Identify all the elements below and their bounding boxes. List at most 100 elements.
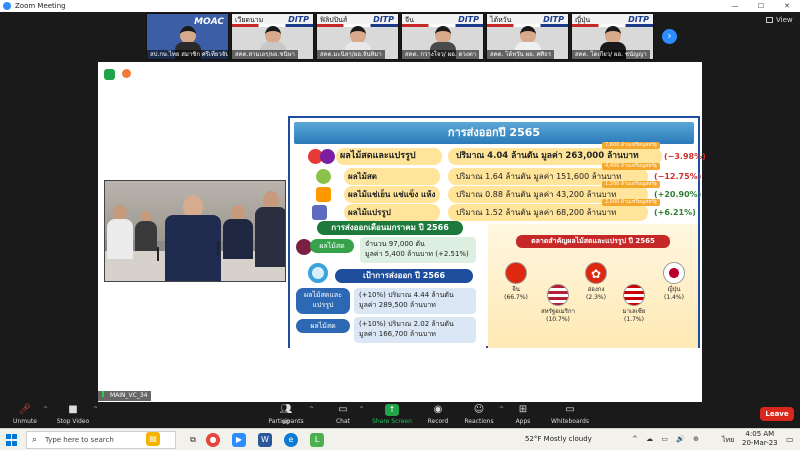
country-label: จีน — [405, 16, 414, 24]
stop-video-button[interactable]: ■ Stop Video ^ — [56, 404, 98, 425]
line-app-icon[interactable]: L — [310, 433, 324, 447]
january-value: มูลค่า 5,400 ล้านบาท (+2.51%) — [365, 250, 469, 258]
brand-logo: DITP — [543, 15, 564, 24]
usd-tag: 2,000 ล้านเหรียญสหรัฐ — [602, 199, 660, 206]
whiteboards-button[interactable]: ▭ Whiteboards — [548, 404, 592, 425]
view-button[interactable]: View — [766, 16, 793, 24]
apps-button[interactable]: ⊞ Apps — [512, 404, 534, 425]
target-label: ผลไม้สด — [296, 319, 350, 333]
brand-logo: DITP — [628, 15, 649, 24]
usd-tag: 4,400 ล้านเหรียญสหรัฐ — [602, 163, 660, 170]
participant-tile[interactable]: MOAC สป.กษ.ไทย สมาชิก ศรีเที่ยวจันทร์ — [146, 13, 229, 60]
system-tray[interactable]: ^ ☁ ▭ 🔊 ⊕ — [632, 435, 702, 443]
country-label: ไต้หวัน — [490, 16, 512, 24]
brand-logo: DITP — [458, 15, 479, 24]
word-icon[interactable]: W — [258, 433, 272, 447]
participant-tile[interactable]: ไต้หวัน DITP สคต. ไต้หวัน ผอ. ศศิธร — [486, 13, 569, 60]
participant-name: สคต.สามเอร/ผอ.ชนิษา — [232, 50, 298, 59]
participants-button[interactable]: 👥︎80 Participants ^ — [266, 404, 314, 426]
chat-label: Chat — [335, 418, 351, 425]
start-button[interactable] — [6, 434, 18, 446]
record-button[interactable]: ◉ Record — [425, 404, 451, 425]
row-percent: (+20.90%) — [654, 190, 702, 199]
language-indicator[interactable]: ไทย — [722, 435, 734, 446]
record-label: Record — [427, 418, 449, 425]
clock-time: 4:05 AM — [745, 430, 775, 438]
row-percent: (+6.21%) — [654, 208, 696, 217]
country-japan: ญี่ปุ่น (1.4%) — [656, 262, 692, 302]
apps-label: Apps — [515, 418, 531, 425]
edge-icon[interactable]: e — [284, 433, 298, 447]
stop-video-label: Stop Video — [56, 418, 90, 425]
participant-name: สป.กษ.ไทย สมาชิก ศรีเที่ยวจันทร์ — [147, 50, 228, 59]
unmute-label: Unmute — [13, 418, 37, 425]
chat-button[interactable]: ▭ Chat ^ — [330, 404, 364, 425]
chevron-up-icon[interactable]: ^ — [43, 406, 48, 413]
muted-mic-icon: 🎤︎ — [18, 404, 32, 415]
reactions-button[interactable]: ☺ Reactions ^ — [462, 404, 504, 425]
january-title: การส่งออกเดือนมกราคม ปี 2566 — [317, 221, 463, 235]
row-percent: (−12.75%) — [654, 172, 702, 181]
country-share: (10.7%) — [546, 316, 570, 323]
chevron-up-icon[interactable]: ^ — [359, 406, 364, 413]
participant-name: สคต. ไต้หวัน ผอ. ศศิธร — [487, 50, 555, 59]
january-label: ผลไม้สด — [310, 239, 354, 253]
country-hongkong: ✿ ฮ่องกง (2.3%) — [578, 262, 614, 302]
target-icon — [308, 263, 328, 283]
target-title: เป้าการส่งออก ปี 2566 — [335, 269, 473, 283]
windows-taskbar: ⌕ Type here to search ⧉ ● ▶ W e L ▤ 52°F… — [0, 428, 800, 450]
fruit-icon — [312, 205, 327, 220]
participant-tile[interactable]: จีน DITP สคต. กวางโจว/ ผอ. ดวงตา — [401, 13, 484, 60]
china-flag-icon — [505, 262, 527, 284]
task-view-icon[interactable]: ⧉ — [186, 433, 200, 447]
shield-icon[interactable] — [104, 69, 115, 80]
country-label: ฟิลิปปินส์ — [320, 16, 348, 24]
markets-title: ตลาดสำคัญผลไม้สดและแปรรูป ปี 2565 — [516, 235, 670, 248]
fruit-icon — [316, 169, 331, 184]
row-label: ผลไม้สดและแปรรูป — [336, 148, 442, 165]
presentation-slide: การส่งออกปี 2565 ผลไม้สดและแปรรูป ปริมาณ… — [288, 116, 706, 348]
maximize-button[interactable]: ☐ — [748, 0, 774, 12]
chevron-up-icon[interactable]: ^ — [93, 406, 98, 413]
target-info: (+10%) ปริมาณ 2.02 ล้านตัน มูลค่า 166,70… — [354, 317, 476, 343]
participant-tile[interactable]: ฟิลิปปินส์ DITP สคต.มะนิลา/ผอ.จันทิมา — [316, 13, 399, 60]
row-label: ผลไม้สด — [344, 168, 440, 185]
weather-widget[interactable]: 52°F Mostly cloudy — [525, 435, 592, 443]
chrome-icon[interactable]: ● — [206, 433, 220, 447]
meeting-toolbar: 🎤︎ Unmute ^ ■ Stop Video ^ 👥︎80 Particip… — [0, 402, 800, 428]
minimize-button[interactable]: — — [722, 0, 748, 12]
chevron-up-icon[interactable]: ^ — [309, 406, 314, 413]
meeting-room-video — [104, 180, 286, 282]
participant-tile[interactable]: เวียดนาม DITP สคต.สามเอร/ผอ.ชนิษา — [231, 13, 314, 60]
fruit-icon — [316, 187, 331, 202]
search-placeholder: Type here to search — [45, 436, 114, 444]
country-share: (1.4%) — [664, 294, 684, 301]
row-percent: (−3.98%) — [664, 152, 706, 161]
file-explorer-icon[interactable]: ▤ — [146, 432, 160, 446]
leave-button[interactable]: Leave — [760, 407, 794, 421]
january-quantity: จำนวน 97,000 ตัน — [365, 240, 425, 248]
unmute-button[interactable]: 🎤︎ Unmute ^ — [10, 404, 48, 425]
zoom-app-icon[interactable]: ▶ — [232, 433, 246, 447]
participants-icon: 👥︎80 — [279, 404, 293, 426]
country-name: มาเลเซีย — [622, 308, 646, 315]
whiteboards-label: Whiteboards — [551, 418, 589, 425]
country-malaysia: มาเลเซีย (1.7%) — [616, 284, 652, 324]
whiteboard-icon: ▭ — [565, 404, 575, 415]
participant-tile[interactable]: ญี่ปุ่น DITP สคต. โตเกียว/ ผอ. ชนัญญา — [571, 13, 654, 60]
chevron-up-icon[interactable]: ^ — [499, 406, 504, 413]
share-screen-button[interactable]: ↑ Share Screen — [370, 404, 414, 425]
brand-logo: DITP — [373, 15, 394, 24]
country-usa: สหรัฐอเมริกา (10.7%) — [536, 284, 580, 324]
target-value: มูลค่า 166,700 ล้านบาท — [359, 330, 436, 338]
shared-video-label: MAIN_VC_34 — [110, 392, 148, 399]
country-label: ญี่ปุ่น — [575, 16, 591, 24]
close-button[interactable]: ✕ — [774, 0, 800, 12]
notification-icon[interactable]: ▭ — [786, 435, 794, 444]
target-quantity: (+10%) ปริมาณ 2.02 ล้านตัน — [359, 320, 454, 328]
next-page-button[interactable]: › — [662, 29, 677, 44]
target-label: ผลไม้สดและแปรรูป — [296, 288, 350, 314]
share-screen-icon: ↑ — [385, 404, 399, 416]
clock[interactable]: 4:05 AM 20-Mar-23 — [742, 430, 778, 448]
window-controls: — ☐ ✕ — [722, 0, 800, 12]
